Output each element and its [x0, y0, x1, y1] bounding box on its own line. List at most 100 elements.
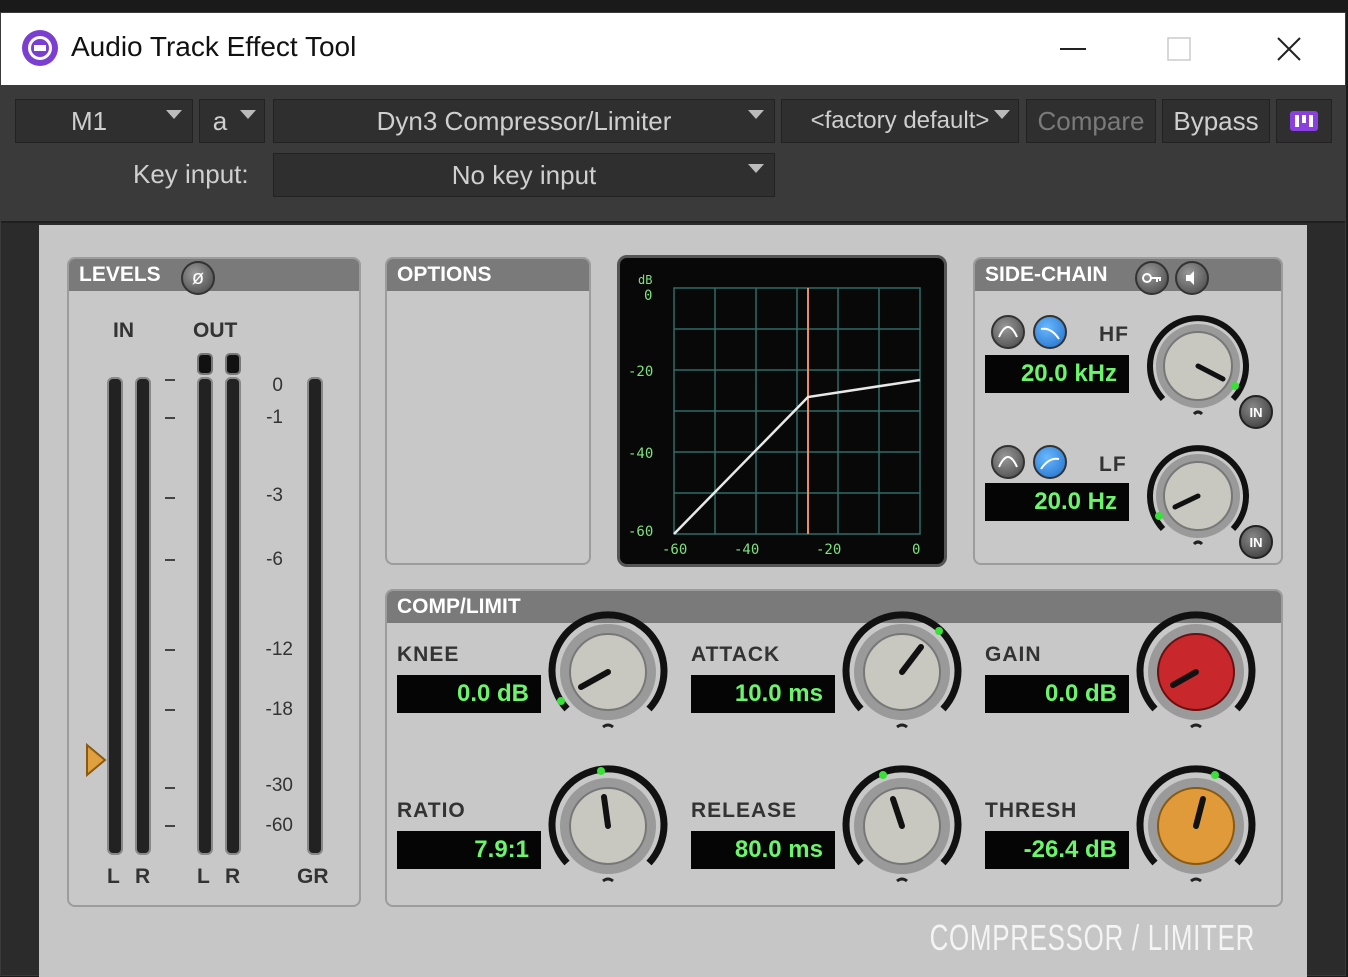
levels-header: LEVELS ø [69, 259, 359, 295]
scale-label: -60 [265, 815, 293, 836]
options-panel: OPTIONS [385, 257, 591, 565]
compression-curve-display: dB 0 -20 -40 -60 -60 -40 -20 0 [617, 255, 947, 567]
ratio-display[interactable]: 7.9:1 [397, 831, 541, 869]
plugin-window: Audio Track Effect Tool M1 a Dyn3 Compre… [0, 12, 1346, 977]
x-tick-label: -20 [816, 542, 841, 558]
plugin-menu-icon [1290, 111, 1318, 131]
compare-button[interactable]: Compare [1026, 99, 1156, 143]
preset-selector-value: <factory default> [810, 107, 990, 134]
lf-frequency-display[interactable]: 20.0 Hz [985, 483, 1129, 521]
maximize-button[interactable] [1129, 13, 1229, 85]
scale-tick [165, 825, 175, 827]
phase-invert-button[interactable]: ø [181, 261, 215, 295]
y-tick-label: -40 [628, 446, 653, 462]
scale-tick [165, 497, 175, 499]
thresh-display[interactable]: -26.4 dB [985, 831, 1129, 869]
release-knob[interactable] [839, 763, 965, 889]
chevron-down-icon [994, 110, 1010, 119]
chevron-down-icon [166, 110, 182, 119]
sidechain-title: SIDE-CHAIN [985, 263, 1108, 286]
track-selector-value: M1 [70, 105, 108, 136]
key-icon [1142, 273, 1161, 283]
hf-in-button[interactable]: IN [1239, 395, 1273, 429]
lf-label: LF [1099, 453, 1127, 476]
x-tick-label: 0 [912, 542, 920, 558]
knee-knob[interactable] [545, 609, 671, 735]
ratio-knob[interactable] [545, 763, 671, 889]
gain-knob[interactable] [1133, 609, 1259, 735]
out-meter-label: OUT [193, 319, 238, 342]
y-tick-label: -20 [628, 364, 653, 380]
preset-selector[interactable]: <factory default> [781, 99, 1019, 143]
levels-panel: LEVELS ø IN OUT 0 -1 -3 -6 -12 -18 -30 -… [67, 257, 361, 907]
attack-label: ATTACK [691, 643, 781, 666]
gain-display[interactable]: 0.0 dB [985, 675, 1129, 713]
hf-shelf-button[interactable] [1033, 315, 1067, 349]
in-meter-label: IN [113, 319, 134, 342]
plugin-header: M1 a Dyn3 Compressor/Limiter <factory de… [1, 85, 1345, 223]
lf-bell-button[interactable] [991, 445, 1025, 479]
sidechain-listen-button[interactable] [1175, 261, 1209, 295]
release-display[interactable]: 80.0 ms [691, 831, 835, 869]
plugin-brand-label: COMPRESSOR / LIMITER [929, 917, 1255, 958]
options-title: OPTIONS [397, 263, 492, 286]
scale-label: 0 [272, 375, 283, 396]
lf-shelf-button[interactable] [1033, 445, 1067, 479]
attack-display[interactable]: 10.0 ms [691, 675, 835, 713]
input-meter-right [135, 377, 151, 855]
scale-tick [165, 709, 175, 711]
scale-label: -3 [266, 485, 283, 506]
ratio-label: RATIO [397, 799, 466, 822]
close-button[interactable] [1239, 13, 1339, 85]
options-header: OPTIONS [387, 259, 589, 291]
maximize-icon [1167, 37, 1191, 61]
gain-reduction-meter [307, 377, 323, 855]
plugin-selector[interactable]: Dyn3 Compressor/Limiter [273, 99, 775, 143]
plugin-menu-button[interactable] [1276, 99, 1332, 143]
key-listen-button[interactable] [1135, 261, 1169, 295]
output-clip-right[interactable] [225, 353, 241, 375]
bell-filter-icon [998, 456, 1018, 468]
hf-frequency-knob[interactable] [1143, 311, 1253, 421]
threshold-marker-icon[interactable] [85, 743, 107, 777]
comp-limit-panel: COMP/LIMIT KNEE 0.0 dB ATTACK 10.0 ms GA… [385, 589, 1283, 907]
output-meter-left [197, 377, 213, 855]
scale-tick [165, 417, 175, 419]
levels-title: LEVELS [79, 263, 161, 286]
sidechain-header: SIDE-CHAIN [975, 259, 1281, 295]
in-right-label: R [135, 865, 151, 888]
comp-limit-title: COMP/LIMIT [397, 595, 521, 618]
y-tick-label: -60 [628, 524, 653, 540]
x-tick-label: -40 [734, 542, 759, 558]
attack-knob[interactable] [839, 609, 965, 735]
knee-display[interactable]: 0.0 dB [397, 675, 541, 713]
lf-frequency-knob[interactable] [1143, 441, 1253, 551]
scale-tick [165, 379, 175, 381]
lf-in-button[interactable]: IN [1239, 525, 1273, 559]
minimize-button[interactable] [1023, 13, 1123, 85]
key-input-selector[interactable]: No key input [273, 153, 775, 197]
thresh-knob[interactable] [1133, 763, 1259, 889]
hf-bell-button[interactable] [991, 315, 1025, 349]
phase-invert-icon: ø [191, 267, 205, 289]
output-meter-right [225, 377, 241, 855]
scale-tick [165, 649, 175, 651]
highpass-filter-icon [1040, 457, 1060, 470]
thresh-label: THRESH [985, 799, 1078, 822]
scale-label: -6 [266, 549, 283, 570]
knee-label: KNEE [397, 643, 460, 666]
output-clip-left[interactable] [197, 353, 213, 375]
hf-frequency-display[interactable]: 20.0 kHz [985, 355, 1129, 393]
close-icon [1277, 37, 1301, 61]
chevron-down-icon [748, 164, 764, 173]
in-left-label: L [107, 865, 120, 888]
bypass-button[interactable]: Bypass [1162, 99, 1270, 143]
release-label: RELEASE [691, 799, 798, 822]
chevron-down-icon [240, 110, 256, 119]
bell-filter-icon [998, 326, 1018, 338]
insert-selector[interactable]: a [199, 99, 265, 143]
track-selector[interactable]: M1 [15, 99, 193, 143]
transfer-curve-graph: dB 0 -20 -40 -60 -60 -40 -20 0 [628, 273, 921, 558]
compressor-plugin-panel: LEVELS ø IN OUT 0 -1 -3 -6 -12 -18 -30 -… [39, 225, 1307, 977]
scale-label: -12 [265, 639, 293, 660]
